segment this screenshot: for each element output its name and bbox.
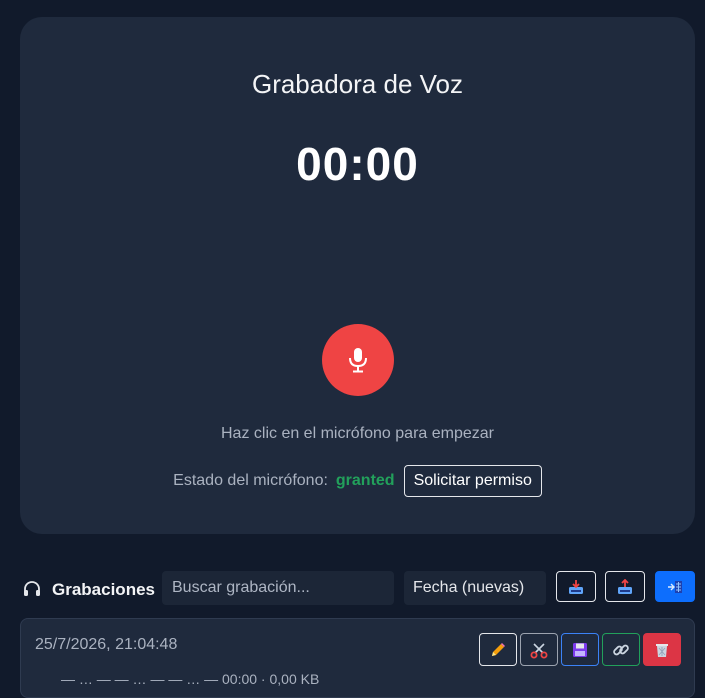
scissors-icon [530,642,548,658]
outbox-tray-icon [618,578,632,594]
headphones-icon [24,581,40,596]
rename-button[interactable] [479,633,517,666]
pencil-icon [492,642,505,656]
inbox-tray-icon [569,579,583,594]
recording-date: 25/7/2026, 21:04:48 [35,636,178,653]
delete-button[interactable] [643,633,681,666]
recordings-title: Grabaciones [52,580,155,599]
bulk-action-button[interactable] [655,571,695,602]
recorder-card: Grabadora de Voz 00:00 Haz clic en el mi… [20,17,695,534]
microphone-icon [349,348,367,373]
floppy-disk-icon [573,642,587,657]
download-button[interactable] [561,633,599,666]
import-button[interactable] [556,571,596,602]
record-button[interactable] [322,324,394,396]
permission-label: Estado del micrófono: [173,472,328,489]
recording-item: 25/7/2026, 21:04:48 — … — — … — — … — 00… [20,618,695,698]
link-icon [613,644,629,655]
timer-display: 00:00 [296,138,419,190]
trim-button[interactable] [520,633,558,666]
list-grid-icon [668,580,682,593]
permission-row: Estado del micrófono: granted Solicitar … [20,465,695,497]
recordings-header: Grabaciones Fecha (nuevas) [20,571,695,605]
permission-status: granted [335,472,395,489]
recorder-title: Grabadora de Voz [251,69,464,99]
recording-meta: — … — — … — — … — 00:00 · 0,00 KB [61,671,320,687]
search-input[interactable] [162,571,394,605]
record-hint: Haz clic en el micrófono para empezar [220,425,494,442]
recording-actions [479,633,681,666]
wastebasket-icon [656,643,668,657]
sort-select[interactable]: Fecha (nuevas) [404,571,546,605]
request-permission-button[interactable]: Solicitar permiso [403,465,542,497]
share-link-button[interactable] [602,633,640,666]
export-button[interactable] [605,571,645,602]
